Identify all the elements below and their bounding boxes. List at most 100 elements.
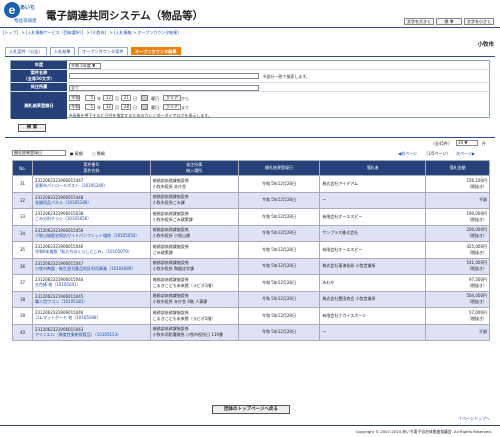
to-clear-button[interactable]: クリア xyxy=(163,104,181,110)
row-name-cell: 2312062321906015040 令和6年度版「私たちのくらしとごみ」（10… xyxy=(31,241,151,259)
section-divider xyxy=(5,137,495,138)
col-date: 開札結果登録日 xyxy=(237,160,321,176)
year-label: 年度 xyxy=(11,61,67,69)
per-page-select[interactable]: 10 ▼ xyxy=(456,140,478,146)
to-month[interactable]: 12 xyxy=(103,104,113,110)
dept-label: 発注所属 xyxy=(11,83,67,91)
logo[interactable]: e あいち 物品等調達 xyxy=(4,2,44,24)
name-input[interactable] xyxy=(69,73,259,79)
to-calendar-icon[interactable] xyxy=(141,104,148,110)
row-place: 小牧市消防署救急 小牧市役所日 119番 xyxy=(152,332,223,338)
font-small-button[interactable]: 文字を小さく xyxy=(464,18,494,25)
row-case-name[interactable]: 五色桶 他（10105041） xyxy=(35,282,148,288)
row-dept-cell: 総務部庶務課施設係 小牧市役所 本庁舎 6階 人事課 xyxy=(149,290,239,308)
col-name: 案件番号 案件名称 xyxy=(31,160,151,176)
breadcrumb-top[interactable]: [トップ] xyxy=(3,30,18,35)
sort-asc-radio[interactable]: ● 昇順 xyxy=(70,151,83,157)
row-case-name[interactable]: 小牧山城歴史探訪ガイドパンフレット増刷（10105054） xyxy=(35,233,148,239)
from-month[interactable]: 12 xyxy=(103,95,113,101)
from-year[interactable]: 5 xyxy=(85,95,95,101)
row-amount: 不調 xyxy=(479,329,487,335)
breadcrumb-org-select[interactable]: > [入札情報サービス（団体選択）] xyxy=(21,30,83,35)
row-no: 40 xyxy=(12,323,33,341)
row-name-cell: 2312062321906015448 衣服用品パネル（10105189） xyxy=(31,191,151,209)
row-case-name[interactable]: 衣服用品パネル（10105189） xyxy=(35,200,148,206)
row-case-name[interactable]: 職人用ワゴン（10105181） xyxy=(35,299,148,305)
breadcrumb-city[interactable]: > [小牧市] xyxy=(86,30,106,35)
row-place: 小牧市役所 本庁舎 xyxy=(152,183,187,189)
table-row: 35 2312062321906015040 令和6年度版「私たちのくらしとごみ」（… xyxy=(12,241,490,259)
row-tax: （税抜き） xyxy=(467,266,487,272)
row-case-name[interactable]: 小牧市陶器・衛生週刊薬品地区利用事業（10104889） xyxy=(35,266,148,272)
row-amount-cell: 541,000円 （税抜き） xyxy=(425,257,490,275)
per-page-unit: 件 xyxy=(482,141,486,146)
from-clear-button[interactable]: クリア xyxy=(163,95,181,101)
row-place: 小牧市役所 本庁舎 6階 人事課 xyxy=(152,299,208,305)
row-amount-cell: 156,100円 （税抜き） xyxy=(425,175,490,193)
year-select[interactable]: 令和 5年度 ▼ xyxy=(69,62,101,69)
from-era[interactable]: 令和 xyxy=(69,95,80,101)
page-top-link[interactable]: ↑ページトップへ xyxy=(459,416,490,422)
results-table: No. 案件番号 案件名称 発注所属 納入場所 開札結果登録日 落札者 落札金額 3… xyxy=(12,160,490,341)
to-suffix: まで xyxy=(181,105,189,110)
sort-desc-radio[interactable]: ○ 降順 xyxy=(92,151,105,157)
tab-bid-results[interactable]: 入札結果 xyxy=(49,47,75,55)
row-winner: 有限会社オーエスピー xyxy=(319,208,427,226)
radio-icon: ○ xyxy=(92,151,96,156)
row-case-name[interactable]: 長野市パトロールポスト（10105249） xyxy=(35,183,148,189)
row-winner: 有限会社ナガイスポーツ xyxy=(319,307,427,325)
row-dept-cell: 総務部庶務課施設係 小牧市役所 小牧山課 xyxy=(149,224,239,242)
font-normal-button[interactable]: 標 準 xyxy=(436,18,462,25)
row-date: 令和 5年12月28日 xyxy=(237,208,321,226)
row-winner: ー xyxy=(319,323,427,341)
page-indicator: （1/5ページ） xyxy=(424,151,451,156)
to-day[interactable]: 28 xyxy=(121,104,131,110)
row-date: 令和 5年12月28日 xyxy=(237,257,321,275)
tab-bid-notices[interactable]: 入札案件（公告） xyxy=(5,47,47,55)
from-day[interactable]: 21 xyxy=(121,95,131,101)
city-name: 小牧市 xyxy=(477,42,494,48)
row-case-name[interactable]: 令和6年度版「私たちのくらしとごみ」（10105070） xyxy=(35,249,148,255)
tab-open-counter-results[interactable]: オープンカウンタ結果 xyxy=(130,47,181,55)
row-name-cell: 2312062321906015046 ゴムマットボード 他（10105048） xyxy=(31,307,151,325)
row-winner: 株式会社東海化研 小牧営業所 xyxy=(319,257,427,275)
row-amount-cell: 不調 xyxy=(425,191,490,209)
row-case-name[interactable]: アイジエル（異度性薬剤保管品）（10105153） xyxy=(35,332,148,338)
row-dept-cell: 総務部庶務課施設係 小牧市役所 本庁舎 xyxy=(149,175,239,193)
search-button[interactable]: 検 索 xyxy=(18,124,46,132)
date-label: 開札結果登録日 xyxy=(11,92,67,119)
to-year[interactable]: 5 xyxy=(85,104,95,110)
table-row: 37 2312062321906015044 五色桶 他（10105041） 総務部庶… xyxy=(12,274,490,292)
to-era[interactable]: 令和 xyxy=(69,104,80,110)
sort-select[interactable]: 開札結果登録日 xyxy=(12,150,66,156)
row-amount-cell: 504,000円 （税抜き） xyxy=(425,290,490,308)
from-calendar-icon[interactable] xyxy=(141,95,148,101)
font-large-button[interactable]: 文字を大きく xyxy=(404,18,434,25)
next-page-link[interactable]: 次ページ▶ xyxy=(456,151,475,157)
back-to-org-top-button[interactable]: 団体のトップページへ戻る xyxy=(212,405,290,414)
row-case-name[interactable]: ゴムマットボード 他（10105048） xyxy=(35,315,148,321)
row-winner: サンプラス株式会社 xyxy=(319,224,427,242)
row-dept-cell: 総務部庶務課施設係 小牧市消防署救急 小牧市役所日 119番 xyxy=(149,323,239,341)
row-case-name[interactable]: ごみ分別チラシ（10105056） xyxy=(35,216,148,222)
row-amount-cell: 190,000円 （税抜き） xyxy=(425,208,490,226)
dept-select[interactable]: 全て xyxy=(69,84,259,91)
search-form: 年度 令和 5年度 ▼ 案件名称 （全角50文字） ※部分一致で検索します。 発注… xyxy=(10,60,491,119)
tab-open-counter[interactable]: オープンカウンタ案件 xyxy=(77,47,128,55)
row-name-cell: 2312062321906015044 五色桶 他（10105041） xyxy=(31,274,151,292)
row-dept-cell: 総務部庶務課施設係 こまきこども未来館（ラビオ1階） xyxy=(149,274,239,292)
row-no: 31 xyxy=(12,175,33,193)
table-row: 38 2312062321906015045 職人用ワゴン（10105181） 総務部… xyxy=(12,290,490,308)
table-row: 32 2312062321906015448 衣服用品パネル（10105189） 総務… xyxy=(12,191,490,209)
row-place: 小牧市役所 小牧山課 xyxy=(152,233,191,239)
row-name-cell: 2312062321906015059 小牧山城歴史探訪ガイドパンフレット増刷（1… xyxy=(31,224,151,242)
row-date: 令和 5年12月28日 xyxy=(237,191,321,209)
row-date: 令和 5年12月28日 xyxy=(237,323,321,341)
logo-name-top: あいち xyxy=(20,5,36,11)
breadcrumb-current: > [入札情報 > オープンカウンタ結果] xyxy=(109,30,179,35)
col-winner: 落札者 xyxy=(319,160,427,176)
row-name-cell: 2312062321906015043 アイジエル（異度性薬剤保管品）（10105… xyxy=(31,323,151,341)
from-suffix: から xyxy=(181,96,189,101)
row-tax: （税抜き） xyxy=(467,315,487,321)
prev-page-link[interactable]: ◀前ページ xyxy=(398,151,417,157)
